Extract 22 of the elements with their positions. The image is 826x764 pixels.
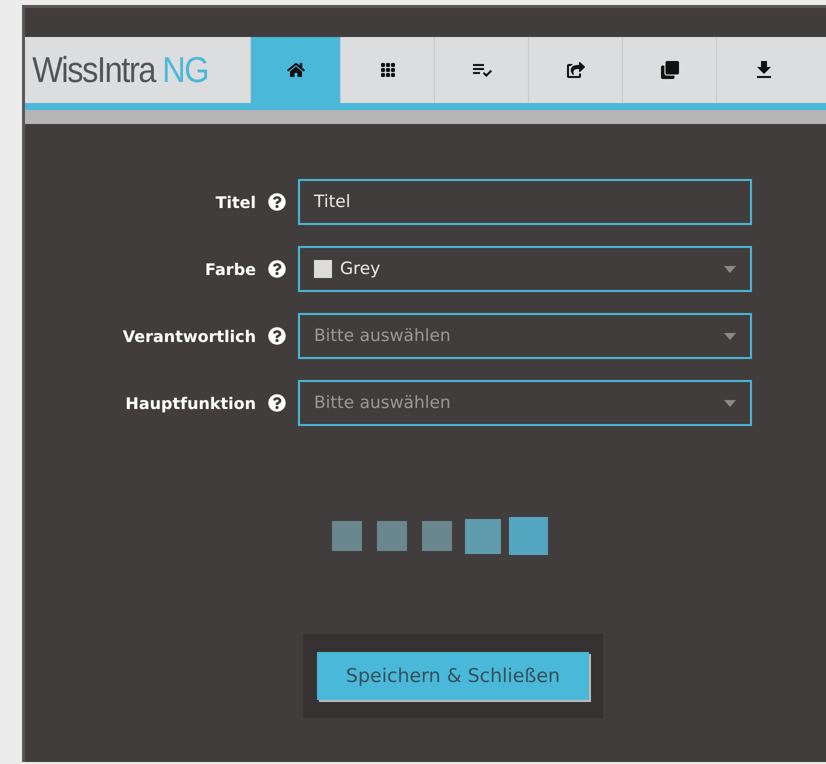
select-field[interactable]: Grey xyxy=(298,246,752,292)
select-field[interactable]: Bitte auswählen xyxy=(298,313,752,359)
select-field[interactable]: Bitte auswählen xyxy=(298,380,752,426)
caret-icon xyxy=(724,266,736,272)
copies-icon xyxy=(660,61,678,79)
app-logo: WissIntra NG xyxy=(31,48,210,92)
help-icon[interactable] xyxy=(268,394,286,412)
input-field[interactable]: Titel xyxy=(298,179,752,225)
save-close-button[interactable]: Speichern & Schließen xyxy=(317,652,589,700)
caret-icon xyxy=(724,400,736,406)
field-label: Verantwortlich xyxy=(122,326,256,346)
nav-tab[interactable] xyxy=(250,37,340,103)
field-label: Farbe xyxy=(204,260,256,278)
share-icon xyxy=(566,61,584,79)
help-icon[interactable] xyxy=(268,193,286,211)
help-icon[interactable] xyxy=(268,327,286,345)
field-label: Titel xyxy=(214,192,256,212)
caret-icon xyxy=(724,332,736,340)
grid-icon xyxy=(380,62,396,78)
home-icon xyxy=(286,61,304,79)
field-label: Hauptfunktion xyxy=(124,394,256,412)
help-icon[interactable] xyxy=(268,260,286,278)
